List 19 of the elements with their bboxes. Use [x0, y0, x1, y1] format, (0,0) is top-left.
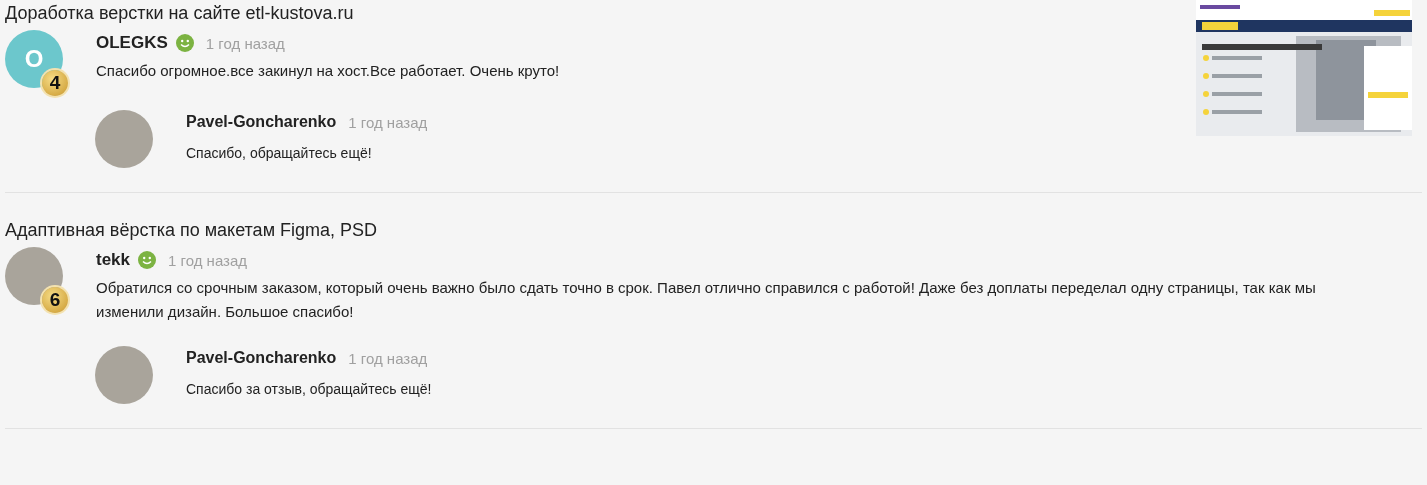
smiley-icon: [138, 251, 157, 269]
review-title: Адаптивная вёрстка по макетам Figma, PSD: [5, 219, 379, 241]
level-badge: 4: [42, 70, 68, 96]
photo-placeholder: [5, 247, 63, 305]
comment-time: 1 год назад: [168, 251, 248, 269]
author-name[interactable]: Pavel-Goncharenko: [186, 349, 337, 367]
level-badge: 6: [42, 287, 68, 313]
smiley-icon: [175, 34, 194, 52]
comment-time: 1 год назад: [348, 349, 428, 367]
comment-time: 1 год назад: [205, 34, 285, 52]
reply-text: Спасибо, обращайтесь ещё!: [186, 144, 373, 163]
reply-text: Спасибо за отзыв, обращайтесь ещё!: [186, 380, 432, 399]
comment-text: Обратился со срочным заказом, который очень важно было сдать точно в срок. Павел отлично справился с работой! Даже без доплаты переделал одну страницы, так как мы изменили дизайн. Большое спасибо!: [96, 278, 1317, 322]
review-title: Доработка верстки на сайте etl-kustova.ru: [5, 2, 355, 24]
comment-time: 1 год назад: [348, 113, 428, 131]
author-name[interactable]: Pavel-Goncharenko: [186, 113, 337, 131]
author-name[interactable]: tekk: [96, 250, 131, 270]
author-name[interactable]: OLEGKS: [96, 33, 168, 53]
comment-text: Спасибо огромное.все закинул на хост.Все работает. Очень круто!: [96, 61, 560, 81]
